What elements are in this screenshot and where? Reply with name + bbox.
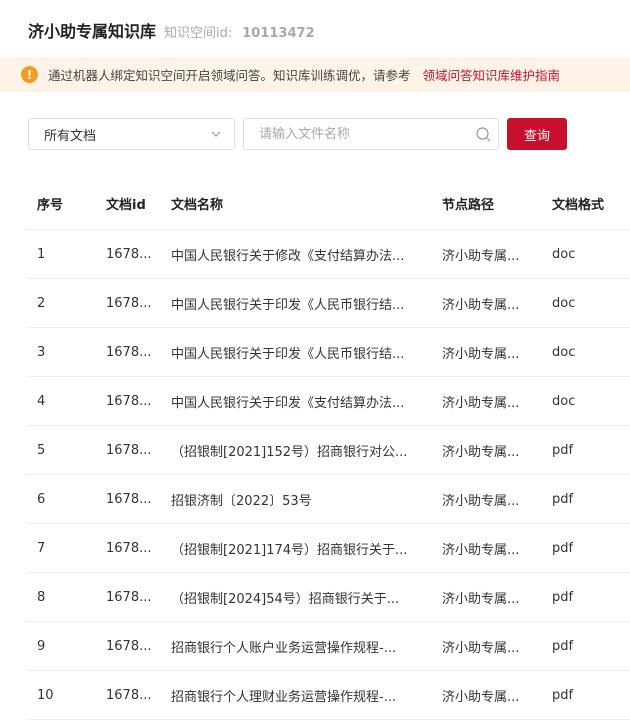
node-path-cell: 济小助专属...	[442, 297, 520, 313]
page-header: 济小助专属知识库 知识空间id: 10113472	[28, 18, 315, 42]
doc-format-cell: pdf	[552, 638, 574, 654]
doc-format-cell: doc	[552, 295, 576, 311]
warning-icon: !	[21, 66, 38, 83]
node-path-cell: 济小助专属...	[442, 689, 520, 705]
row-number-cell: 3	[37, 344, 46, 360]
doc-name-cell: 中国人民银行关于印发《支付结算办法...	[171, 395, 405, 411]
space-id-label: 知识空间id:	[164, 26, 233, 41]
doc-id-cell: 1678...	[106, 344, 152, 360]
row-number-cell: 7	[37, 540, 46, 556]
row-number-cell: 9	[37, 638, 46, 654]
doc-format-cell: doc	[552, 393, 576, 409]
doc-id-cell: 1678...	[106, 246, 152, 262]
node-path-cell: 济小助专属...	[442, 395, 520, 411]
doc-id-cell: 1678...	[106, 589, 152, 605]
page-title: 济小助专属知识库	[28, 22, 157, 41]
node-path-cell: 济小助专属...	[442, 248, 520, 264]
node-path-cell: 济小助专属...	[442, 346, 520, 362]
doc-name-cell: 中国人民银行关于修改《支付结算办法...	[171, 248, 405, 264]
doc-id-cell: 1678...	[106, 540, 152, 556]
doc-format-cell: pdf	[552, 442, 574, 458]
table-row[interactable]: 9 1678... 招商银行个人账户业务运营操作规程-... 济小助专属... pdf	[26, 622, 630, 671]
space-id-value: 10113472	[242, 26, 315, 41]
row-number-cell: 8	[37, 589, 46, 605]
doc-format-cell: doc	[552, 246, 576, 262]
node-path-cell: 济小助专属...	[442, 493, 520, 509]
row-number-cell: 2	[37, 295, 46, 311]
table-row[interactable]: 8 1678... （招银制[2024]54号）招商银行关于... 济小助专属... p…	[26, 573, 630, 622]
table-header-row: 序号 文档id 文档名称 节点路径 文档格式	[26, 178, 630, 230]
node-path-cell: 济小助专属...	[442, 591, 520, 607]
doc-name-cell: （招银制[2024]54号）招商银行关于...	[171, 591, 400, 607]
column-header-doc-name: 文档名称	[171, 198, 224, 213]
table-body: 1 1678... 中国人民银行关于修改《支付结算办法... 济小助专属... doc 2…	[26, 230, 630, 720]
search-icon[interactable]	[475, 126, 492, 143]
filename-search-input[interactable]	[259, 126, 459, 142]
doc-format-cell: pdf	[552, 687, 574, 703]
table-row[interactable]: 10 1678... 招商银行个人理财业务运营操作规程-... 济小助专属... pdf	[26, 671, 630, 720]
column-header-node-path: 节点路径	[442, 198, 495, 213]
column-header-doc-id: 文档id	[106, 198, 146, 213]
doc-id-cell: 1678...	[106, 638, 152, 654]
row-number-cell: 10	[37, 687, 54, 703]
doc-id-cell: 1678...	[106, 687, 152, 703]
doc-name-cell: 招银济制〔2022〕53号	[171, 493, 312, 509]
doc-name-cell: 中国人民银行关于印发《人民币银行结...	[171, 346, 405, 362]
notice-bar: ! 通过机器人绑定知识空间开启领域问答。知识库训练调优，请参考 领域问答知识库维…	[0, 57, 630, 92]
column-header-number: 序号	[37, 198, 64, 213]
node-path-cell: 济小助专属...	[442, 542, 520, 558]
row-number-cell: 6	[37, 491, 46, 507]
table-row[interactable]: 5 1678... （招银制[2021]152号）招商银行对公... 济小助专属...…	[26, 426, 630, 475]
row-number-cell: 4	[37, 393, 46, 409]
table-row[interactable]: 7 1678... （招银制[2021]174号）招商银行关于... 济小助专属...…	[26, 524, 630, 573]
doc-format-cell: pdf	[552, 540, 574, 556]
doc-name-cell: 招商银行个人理财业务运营操作规程-...	[171, 689, 397, 705]
doc-id-cell: 1678...	[106, 442, 152, 458]
doc-name-cell: 招商银行个人账户业务运营操作规程-...	[171, 640, 397, 656]
maintenance-guide-link[interactable]: 领域问答知识库维护指南	[423, 65, 561, 84]
chevron-down-icon	[211, 131, 221, 137]
table-row[interactable]: 2 1678... 中国人民银行关于印发《人民币银行结... 济小助专属... doc	[26, 279, 630, 328]
doc-id-cell: 1678...	[106, 295, 152, 311]
doc-id-cell: 1678...	[106, 393, 152, 409]
doc-name-cell: （招银制[2021]152号）招商银行对公...	[171, 444, 408, 460]
document-type-select[interactable]: 所有文档	[28, 118, 235, 150]
row-number-cell: 1	[37, 246, 46, 262]
table-row[interactable]: 6 1678... 招银济制〔2022〕53号 济小助专属... pdf	[26, 475, 630, 524]
documents-table: 序号 文档id 文档名称 节点路径 文档格式 1 1678... 中国人民银行关于修…	[26, 178, 630, 720]
column-header-doc-format: 文档格式	[552, 198, 605, 213]
filename-search-box[interactable]	[243, 118, 499, 150]
doc-id-cell: 1678...	[106, 491, 152, 507]
table-row[interactable]: 4 1678... 中国人民银行关于印发《支付结算办法... 济小助专属... doc	[26, 377, 630, 426]
document-type-value: 所有文档	[44, 128, 97, 144]
query-button[interactable]: 查询	[507, 118, 567, 150]
node-path-cell: 济小助专属...	[442, 444, 520, 460]
doc-format-cell: doc	[552, 344, 576, 360]
table-row[interactable]: 1 1678... 中国人民银行关于修改《支付结算办法... 济小助专属... doc	[26, 230, 630, 279]
doc-name-cell: 中国人民银行关于印发《人民币银行结...	[171, 297, 405, 313]
doc-format-cell: pdf	[552, 491, 574, 507]
doc-name-cell: （招银制[2021]174号）招商银行关于...	[171, 542, 408, 558]
notice-text: 通过机器人绑定知识空间开启领域问答。知识库训练调优，请参考	[48, 68, 411, 83]
table-row[interactable]: 3 1678... 中国人民银行关于印发《人民币银行结... 济小助专属... doc	[26, 328, 630, 377]
row-number-cell: 5	[37, 442, 46, 458]
doc-format-cell: pdf	[552, 589, 574, 605]
node-path-cell: 济小助专属...	[442, 640, 520, 656]
